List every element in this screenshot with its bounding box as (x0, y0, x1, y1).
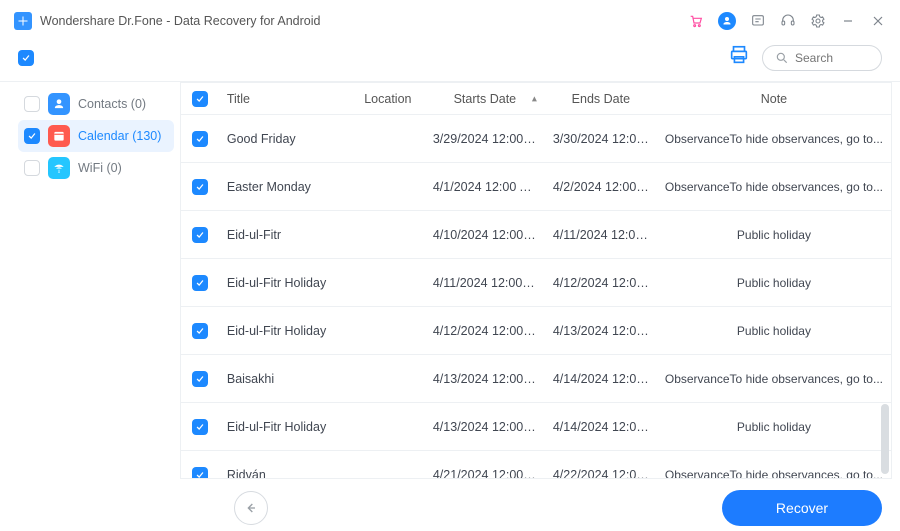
sidebar-check-wifi[interactable] (24, 160, 40, 176)
calendar-icon (48, 125, 70, 147)
cell-end: 4/14/2024 12:00 AM (545, 372, 657, 386)
sidebar-item-label: Contacts (0) (78, 97, 146, 111)
row-checkbox[interactable] (192, 131, 208, 147)
feedback-icon[interactable] (750, 13, 766, 29)
cell-title: Eid-ul-Fitr (219, 228, 351, 242)
cell-title: Eid-ul-Fitr Holiday (219, 420, 351, 434)
cell-end: 4/14/2024 12:00 AM (545, 420, 657, 434)
cell-start: 4/12/2024 12:00 AM (425, 324, 545, 338)
sidebar-check-calendar[interactable] (24, 128, 40, 144)
search-box[interactable] (762, 45, 882, 71)
col-title[interactable]: Title (219, 92, 351, 106)
cell-end: 4/13/2024 12:00 AM (545, 324, 657, 338)
table-row[interactable]: Baisakhi 4/13/2024 12:00 AM4/14/2024 12:0… (181, 355, 891, 403)
select-all-checkbox[interactable] (18, 50, 34, 66)
sidebar: Contacts (0) Calendar (130) WiFi (0) (0, 82, 180, 479)
toolbar (0, 34, 900, 77)
cell-title: Eid-ul-Fitr Holiday (219, 276, 351, 290)
cell-title: Good Friday (219, 132, 351, 146)
titlebar: Wondershare Dr.Fone - Data Recovery for … (0, 0, 900, 34)
minimize-button[interactable] (840, 13, 856, 29)
cell-end: 3/30/2024 12:00 AM (545, 132, 657, 146)
window-title: Wondershare Dr.Fone - Data Recovery for … (40, 14, 320, 28)
scrollbar[interactable] (881, 404, 889, 474)
row-checkbox[interactable] (192, 227, 208, 243)
row-checkbox[interactable] (192, 467, 208, 479)
account-avatar[interactable] (718, 12, 736, 30)
cell-note: Public holiday (657, 324, 891, 338)
cell-title: Easter Monday (219, 180, 351, 194)
cell-note: Public holiday (657, 228, 891, 242)
cell-note: ObservanceTo hide observances, go to... (657, 132, 891, 146)
wifi-icon (48, 157, 70, 179)
row-checkbox[interactable] (192, 323, 208, 339)
back-button[interactable] (234, 491, 268, 525)
cell-title: Baisakhi (219, 372, 351, 386)
cell-note: ObservanceTo hide observances, go to... (657, 468, 891, 479)
sidebar-item-label: Calendar (130) (78, 129, 161, 143)
cell-title: Eid-ul-Fitr Holiday (219, 324, 351, 338)
cell-start: 4/11/2024 12:00 AM (425, 276, 545, 290)
row-checkbox[interactable] (192, 179, 208, 195)
header-select-all[interactable] (192, 91, 208, 107)
cell-title: Ridván (219, 468, 351, 479)
table-row[interactable]: Easter Monday 4/1/2024 12:00 AM4/2/2024 1… (181, 163, 891, 211)
sidebar-item-wifi[interactable]: WiFi (0) (18, 152, 174, 184)
settings-icon[interactable] (810, 13, 826, 29)
cell-start: 4/13/2024 12:00 AM (425, 372, 545, 386)
app-logo (14, 12, 32, 30)
table-row[interactable]: Good Friday 3/29/2024 12:00 AM3/30/2024 1… (181, 115, 891, 163)
table-header: Title Location Starts Date ▴ Ends Date N… (181, 83, 891, 115)
close-button[interactable] (870, 13, 886, 29)
cell-end: 4/2/2024 12:00 AM (545, 180, 657, 194)
table-row[interactable]: Ridván 4/21/2024 12:00 AM4/22/2024 12:00 … (181, 451, 891, 478)
table-row[interactable]: Eid-ul-Fitr Holiday 4/11/2024 12:00 AM4/1… (181, 259, 891, 307)
table-row[interactable]: Eid-ul-Fitr Holiday 4/13/2024 12:00 AM4/1… (181, 403, 891, 451)
col-ends[interactable]: Ends Date (545, 92, 657, 106)
row-checkbox[interactable] (192, 275, 208, 291)
sort-asc-icon: ▴ (532, 93, 537, 104)
cell-note: ObservanceTo hide observances, go to... (657, 180, 891, 194)
sidebar-item-contacts[interactable]: Contacts (0) (18, 88, 174, 120)
row-checkbox[interactable] (192, 371, 208, 387)
sidebar-check-contacts[interactable] (24, 96, 40, 112)
support-icon[interactable] (780, 13, 796, 29)
footer: Recover (0, 479, 900, 531)
search-input[interactable] (795, 51, 865, 65)
cell-start: 4/21/2024 12:00 AM (425, 468, 545, 479)
table-row[interactable]: Eid-ul-Fitr Holiday 4/12/2024 12:00 AM4/1… (181, 307, 891, 355)
cell-start: 3/29/2024 12:00 AM (425, 132, 545, 146)
cell-note: Public holiday (657, 276, 891, 290)
cell-start: 4/10/2024 12:00 AM (425, 228, 545, 242)
print-icon[interactable] (728, 44, 750, 71)
col-note[interactable]: Note (657, 92, 891, 106)
cell-start: 4/13/2024 12:00 AM (425, 420, 545, 434)
cell-note: Public holiday (657, 420, 891, 434)
row-checkbox[interactable] (192, 419, 208, 435)
sidebar-item-label: WiFi (0) (78, 161, 122, 175)
table-row[interactable]: Eid-ul-Fitr 4/10/2024 12:00 AM4/11/2024 1… (181, 211, 891, 259)
cart-icon[interactable] (688, 13, 704, 29)
table: Title Location Starts Date ▴ Ends Date N… (180, 82, 892, 479)
cell-end: 4/22/2024 12:00 AM (545, 468, 657, 479)
recover-button[interactable]: Recover (722, 490, 882, 526)
cell-end: 4/11/2024 12:00 AM (545, 228, 657, 242)
cell-start: 4/1/2024 12:00 AM (425, 180, 545, 194)
contacts-icon (48, 93, 70, 115)
cell-end: 4/12/2024 12:00 AM (545, 276, 657, 290)
sidebar-item-calendar[interactable]: Calendar (130) (18, 120, 174, 152)
col-starts[interactable]: Starts Date ▴ (425, 92, 545, 106)
col-location[interactable]: Location (351, 92, 425, 106)
cell-note: ObservanceTo hide observances, go to... (657, 372, 891, 386)
